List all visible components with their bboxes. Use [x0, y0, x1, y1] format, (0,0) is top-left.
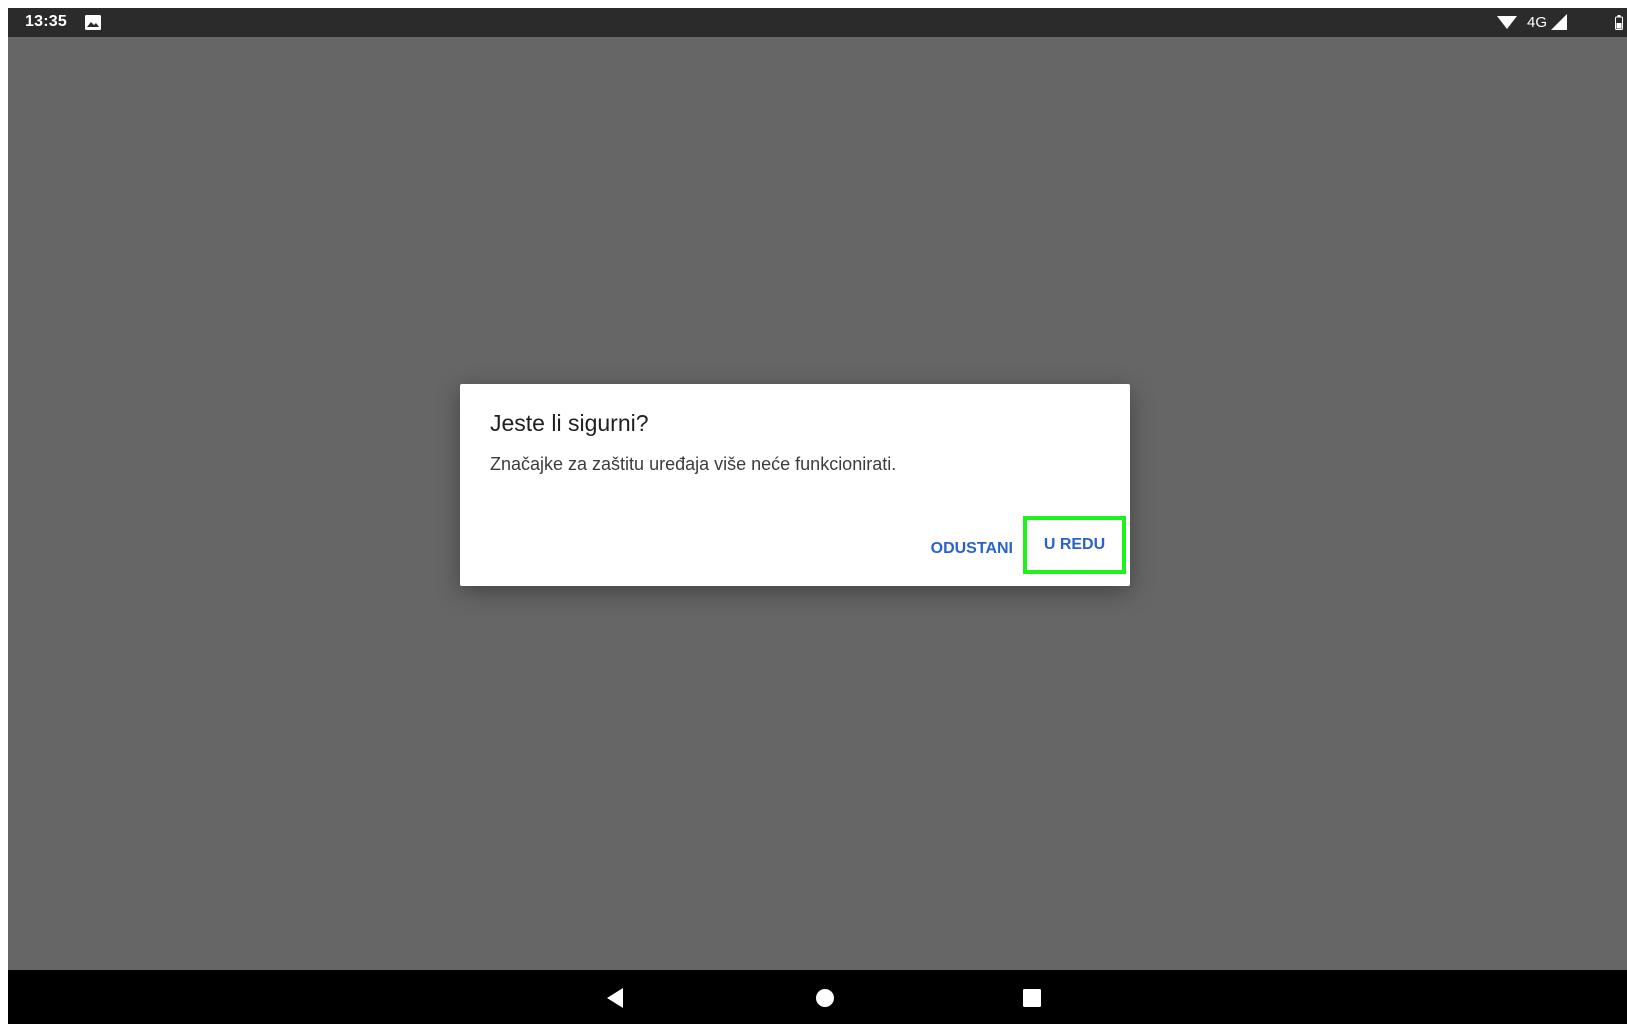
signal-icon: [1551, 14, 1567, 30]
ok-button[interactable]: U REDU: [1023, 516, 1126, 574]
dialog-title: Jeste li sigurni?: [490, 410, 649, 436]
device-screen: 13:35 4G Jeste li sigurni? Značajke za z…: [8, 8, 1627, 1024]
status-time: 13:35: [25, 13, 67, 30]
status-icons: 4G: [1467, 8, 1627, 37]
dialog-actions: ODUSTANI U REDU: [460, 516, 1130, 586]
back-icon[interactable]: [605, 987, 627, 1009]
confirm-dialog: Jeste li sigurni? Značajke za zaštitu ur…: [460, 384, 1130, 586]
dialog-message: Značajke za zaštitu uređaja više neće fu…: [490, 454, 897, 474]
wifi-icon: [1497, 16, 1517, 29]
network-type-label: 4G: [1526, 14, 1547, 31]
battery-icon: [1615, 15, 1623, 30]
recents-icon[interactable]: [1021, 987, 1043, 1009]
status-bar: 13:35 4G: [8, 8, 1627, 37]
home-icon[interactable]: [814, 987, 836, 1009]
navigation-bar: [8, 970, 1627, 1024]
gallery-icon: [85, 15, 101, 30]
cancel-button[interactable]: ODUSTANI: [931, 534, 1013, 564]
